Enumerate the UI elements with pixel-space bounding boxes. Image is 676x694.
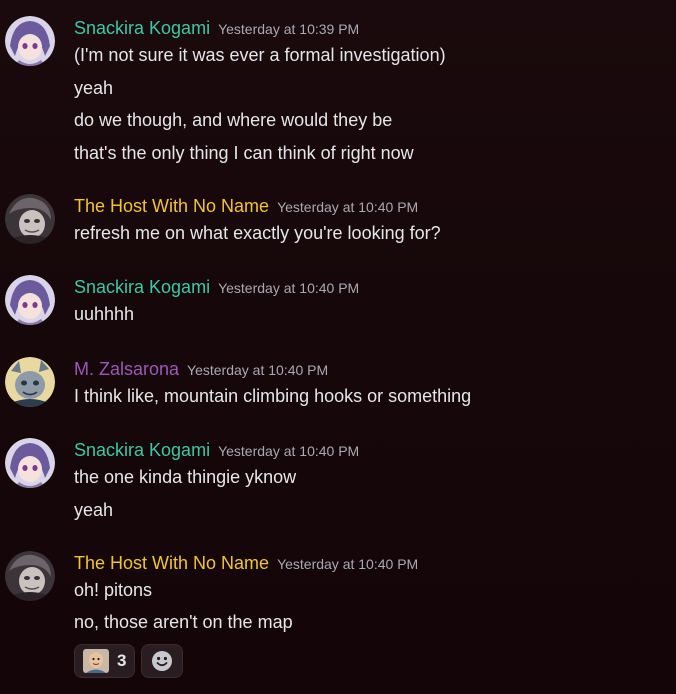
reaction-button[interactable]: 3 (74, 644, 135, 678)
anime-girl-avatar-icon (5, 16, 55, 66)
author-name[interactable]: The Host With No Name (74, 553, 269, 573)
dragon-character-avatar-icon (5, 357, 55, 407)
message-header: Snackira Kogami Yesterday at 10:40 PM (74, 277, 359, 301)
avatar-zalsarona[interactable] (5, 357, 55, 407)
avatar-host[interactable] (5, 194, 55, 244)
message-group: M. Zalsarona Yesterday at 10:40 PM I thin… (0, 357, 676, 417)
author-name[interactable]: Snackira Kogami (74, 440, 210, 460)
author-name[interactable]: Snackira Kogami (74, 277, 210, 297)
reaction-bar: 3 (74, 644, 183, 678)
timestamp[interactable]: Yesterday at 10:40 PM (277, 556, 418, 572)
author-name[interactable]: The Host With No Name (74, 196, 269, 216)
timestamp[interactable]: Yesterday at 10:40 PM (218, 280, 359, 296)
author-name[interactable]: M. Zalsarona (74, 359, 179, 379)
message-header: The Host With No Name Yesterday at 10:40 … (74, 196, 418, 220)
avatar-snackira[interactable] (5, 16, 55, 66)
masked-figure-avatar-icon (5, 551, 55, 601)
message-text: the one kinda thingie yknow (74, 467, 297, 487)
timestamp[interactable]: Yesterday at 10:40 PM (277, 199, 418, 215)
message-text: no, those aren't on the map (74, 612, 293, 632)
reaction-count: 3 (117, 651, 127, 670)
anime-girl-avatar-icon (5, 438, 55, 488)
avatar-snackira[interactable] (5, 438, 55, 488)
message-text: yeah (74, 78, 114, 98)
timestamp[interactable]: Yesterday at 10:40 PM (218, 443, 359, 459)
add-reaction-button[interactable] (141, 644, 183, 678)
message-group: Snackira Kogami Yesterday at 10:39 PM (I'… (0, 16, 676, 176)
message-header: Snackira Kogami Yesterday at 10:39 PM (74, 18, 359, 42)
timestamp[interactable]: Yesterday at 10:39 PM (218, 21, 359, 37)
message-header: The Host With No Name Yesterday at 10:40 … (74, 553, 418, 577)
message-group: The Host With No Name Yesterday at 10:40 … (0, 551, 676, 641)
message-text: uuhhhh (74, 304, 135, 324)
timestamp[interactable]: Yesterday at 10:40 PM (187, 362, 328, 378)
avatar-snackira[interactable] (5, 275, 55, 325)
message-text: refresh me on what exactly you're lookin… (74, 223, 441, 243)
message-group: Snackira Kogami Yesterday at 10:40 PM the… (0, 438, 676, 528)
message-text: (I'm not sure it was ever a formal inves… (74, 45, 446, 65)
message-text: yeah (74, 500, 114, 520)
message-header: M. Zalsarona Yesterday at 10:40 PM (74, 359, 328, 383)
message-text: I think like, mountain climbing hooks or… (74, 386, 472, 406)
message-group: The Host With No Name Yesterday at 10:40 … (0, 194, 676, 254)
masked-figure-avatar-icon (5, 194, 55, 244)
message-text: oh! pitons (74, 580, 153, 600)
message-text: do we though, and where would they be (74, 110, 393, 130)
anime-girl-avatar-icon (5, 275, 55, 325)
message-header: Snackira Kogami Yesterday at 10:40 PM (74, 440, 359, 464)
add-reaction-icon (152, 651, 172, 671)
custom-face-emoji-icon (83, 649, 109, 673)
message-text: that's the only thing I can think of rig… (74, 143, 414, 163)
avatar-host[interactable] (5, 551, 55, 601)
message-group: Snackira Kogami Yesterday at 10:40 PM uuh… (0, 275, 676, 335)
author-name[interactable]: Snackira Kogami (74, 18, 210, 38)
chat-message-list: Snackira Kogami Yesterday at 10:39 PM (I'… (0, 0, 676, 694)
